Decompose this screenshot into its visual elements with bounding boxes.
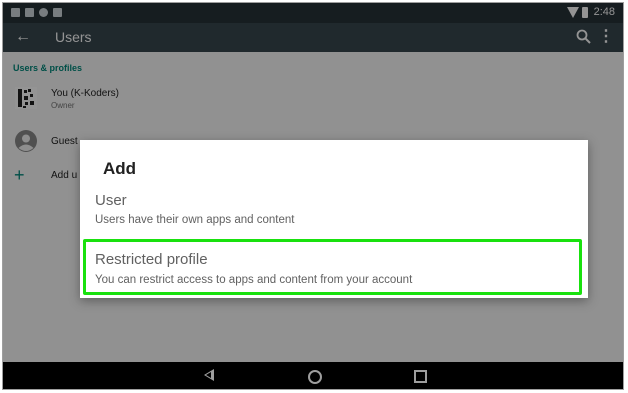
dialog-title: Add (103, 159, 137, 178)
option-restricted-profile[interactable]: Restricted profile You can restrict acce… (80, 239, 588, 295)
option-user-description: Users have their own apps and content (95, 214, 295, 226)
nav-back-icon[interactable] (204, 369, 214, 381)
option-restricted-description: You can restrict access to apps and cont… (95, 274, 413, 286)
nav-recents-icon[interactable] (414, 370, 427, 383)
option-user[interactable]: User Users have their own apps and conte… (80, 187, 588, 232)
nav-home-icon[interactable] (308, 370, 322, 384)
android-screen: 2:48 ← Users ⋮ Users & profiles You (K-K… (2, 2, 624, 390)
option-restricted-title: Restricted profile (95, 251, 208, 268)
navigation-bar (3, 362, 623, 389)
add-dialog: Add User Users have their own apps and c… (80, 140, 588, 298)
option-user-title: User (95, 192, 127, 209)
